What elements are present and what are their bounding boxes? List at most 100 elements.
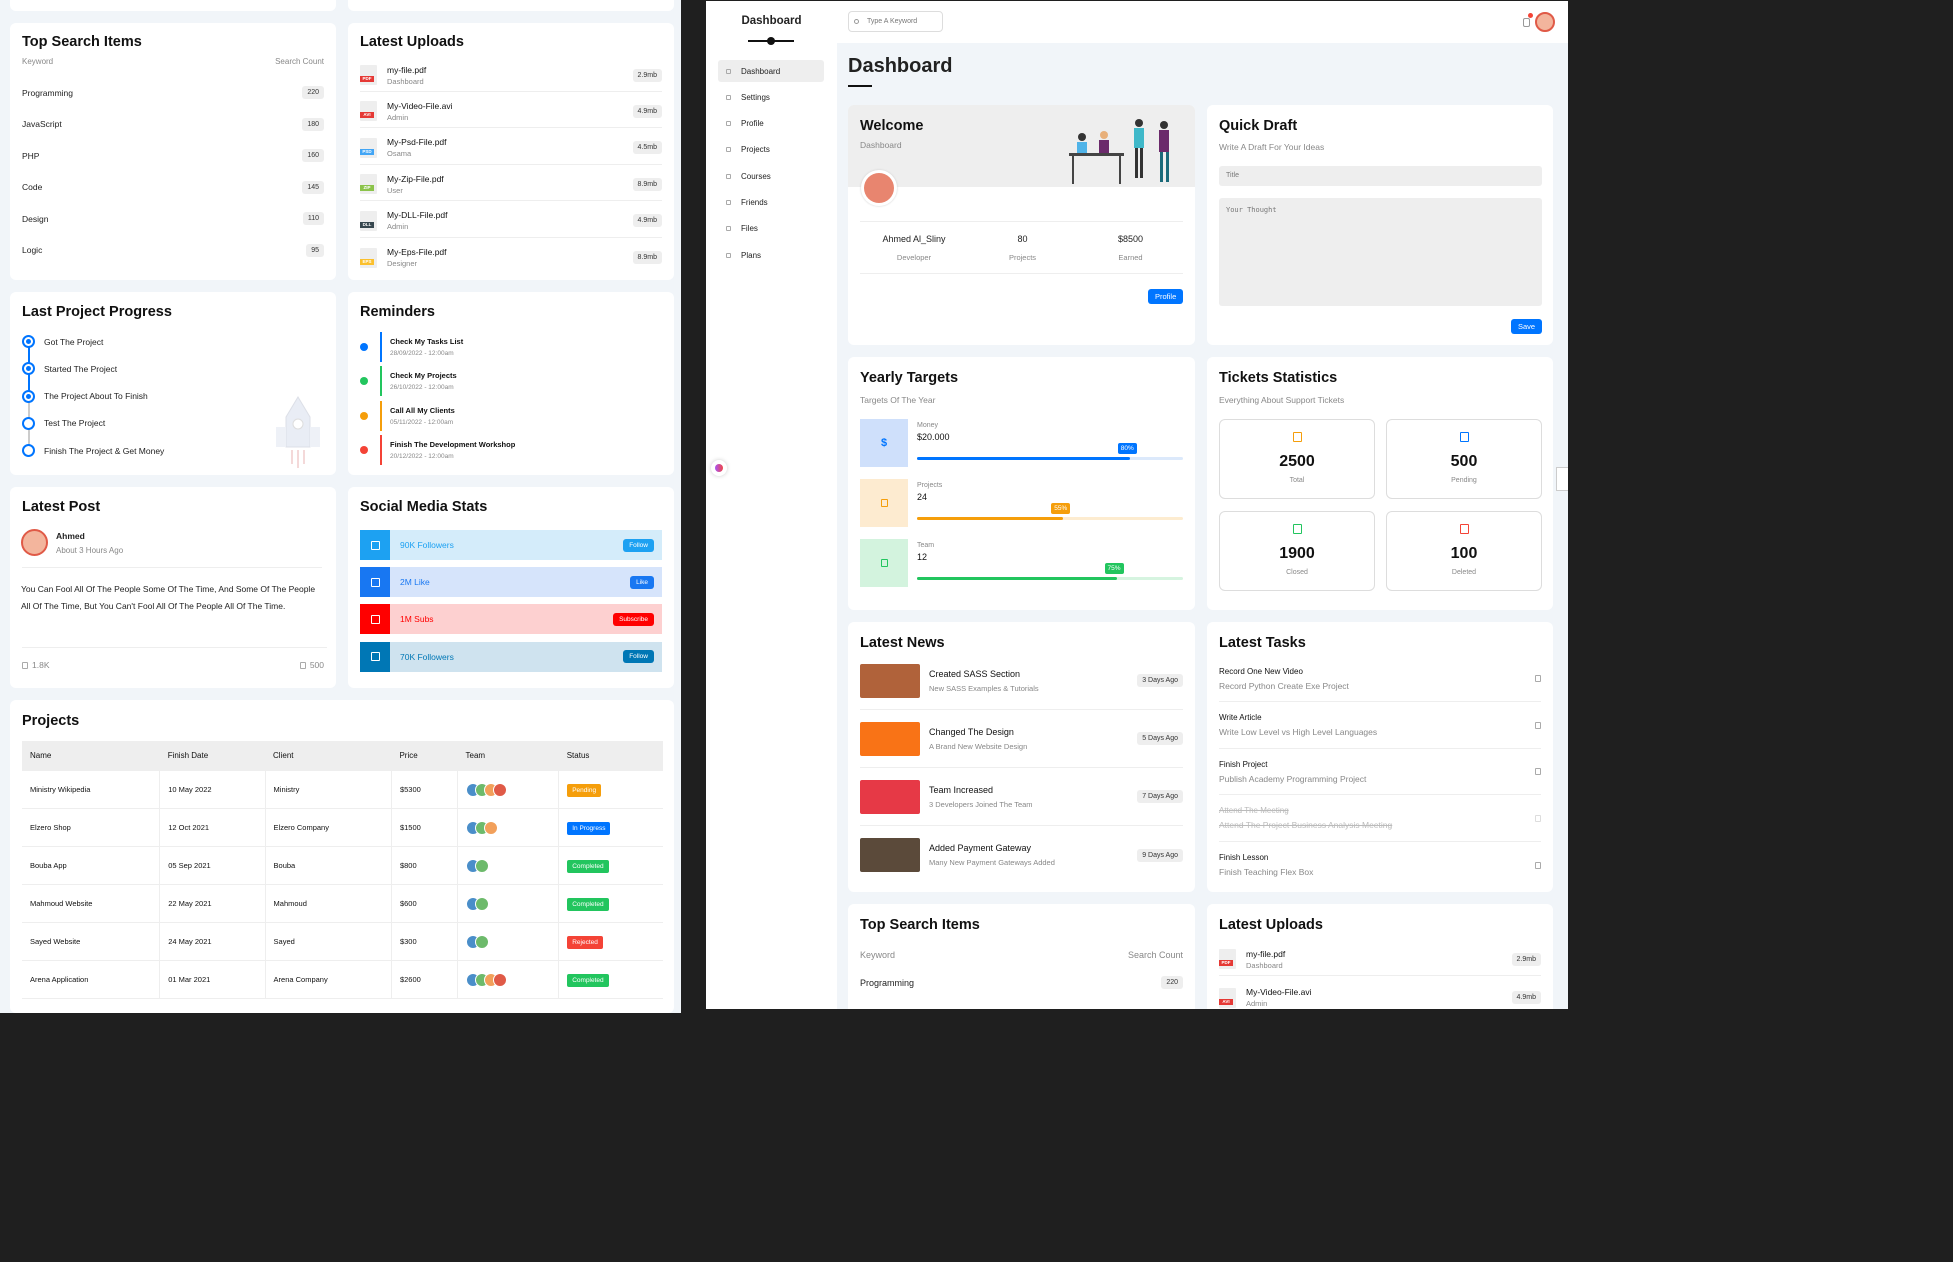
author-name[interactable]: Ahmed	[56, 531, 85, 541]
progress-step: Finish The Project & Get Money	[22, 444, 164, 458]
task-item: Attend The Meeting Attend The Project Bus…	[1219, 796, 1541, 842]
side-panel-toggle[interactable]	[1556, 467, 1568, 491]
likes-count[interactable]: 1.8K	[22, 660, 50, 670]
heart-icon	[22, 661, 28, 669]
table-row[interactable]: Sayed Website 24 May 2021 Sayed $300 Rejecte…	[22, 922, 663, 961]
cell-status: Rejected	[558, 922, 663, 961]
latest-news-card: Latest News Created SASS Section New SASS…	[848, 622, 1195, 892]
avatar[interactable]	[475, 858, 490, 873]
reminder-item[interactable]: Call All My Clients 05/11/2022 - 12:00am	[360, 400, 662, 431]
news-item[interactable]: Added Payment Gateway Many New Payment Ga…	[860, 826, 1183, 884]
file-size-badge: 8.9mb	[632, 177, 662, 191]
plans-icon	[726, 252, 731, 258]
social-twitter-button[interactable]: Follow	[623, 538, 654, 552]
ticket-total: 2500 Total	[1219, 419, 1375, 499]
icon-glyph	[370, 614, 380, 624]
count-badge: 180	[302, 117, 324, 131]
upload-item[interactable]: ZIP My-Zip-File.pdf User 8.9mb	[360, 168, 662, 202]
save-button[interactable]: Save	[1511, 319, 1543, 334]
table-row[interactable]: Bouba App 05 Sep 2021 Bouba $800 Completed	[22, 846, 663, 885]
sidebar-item-settings[interactable]: Settings	[718, 86, 824, 108]
target-projects: Projects 24 55%	[860, 479, 1183, 527]
ticket-deleted-icon	[1459, 524, 1469, 534]
upload-info: My-Eps-File.pdf Designer	[387, 247, 633, 268]
social-facebook-button[interactable]: Like	[630, 575, 654, 589]
avatar[interactable]	[484, 820, 499, 835]
keyword-header: Keyword	[860, 950, 896, 960]
youtube-icon	[360, 604, 390, 635]
reminder-item[interactable]: Finish The Development Workshop 20/12/202…	[360, 434, 662, 465]
top-partial-card-2	[348, 0, 674, 11]
social-linkedin-button[interactable]: Follow	[623, 650, 654, 664]
list-item: Programming 220	[22, 86, 324, 99]
user-avatar[interactable]	[1535, 12, 1555, 32]
avatar[interactable]	[475, 896, 490, 911]
avatar[interactable]	[493, 782, 508, 797]
delete-icon[interactable]	[1535, 721, 1541, 729]
floating-logo-button[interactable]	[711, 460, 727, 476]
reminder-item[interactable]: Check My Projects 26/10/2022 - 12:00am	[360, 366, 662, 397]
news-item[interactable]: Team Increased 3 Developers Joined The Te…	[860, 768, 1183, 826]
table-row[interactable]: Arena Application 01 Mar 2021 Arena Compan…	[22, 960, 663, 999]
sidebar-item-profile[interactable]: Profile	[718, 113, 824, 135]
table-header: Keyword Search Count	[22, 57, 324, 66]
status-badge: Rejected	[567, 936, 603, 949]
ticket-total-icon	[1292, 432, 1302, 442]
icon-glyph	[370, 577, 380, 587]
profile-button[interactable]: Profile	[1148, 289, 1184, 304]
target-label: Projects	[917, 482, 943, 489]
ticket-pending-icon	[1459, 432, 1469, 442]
sidebar-title: Dashboard	[741, 15, 802, 27]
upload-item[interactable]: AVI My-Video-File.avi Admin 4.9mb	[360, 95, 662, 129]
reminder-body: Finish The Development Workshop 20/12/202…	[380, 434, 515, 465]
delete-icon[interactable]	[1535, 861, 1541, 869]
social-youtube-button[interactable]: Subscribe	[613, 612, 654, 626]
table-row[interactable]: Mahmoud Website 22 May 2021 Mahmoud $600 Com…	[22, 884, 663, 923]
table-row[interactable]: Elzero Shop 12 Oct 2021 Elzero Company $150…	[22, 808, 663, 847]
news-item[interactable]: Created SASS Section New SASS Examples & …	[860, 652, 1183, 710]
profile-avatar[interactable]	[861, 170, 897, 206]
sidebar-item-dashboard[interactable]: Dashboard	[718, 60, 824, 82]
sidebar-item-friends[interactable]: Friends	[718, 192, 824, 214]
comments-count[interactable]: 500	[299, 660, 324, 670]
avatar[interactable]	[493, 972, 508, 987]
progress-fill	[917, 517, 1064, 520]
sidebar-item-plans[interactable]: Plans	[718, 244, 824, 266]
delete-icon[interactable]	[1535, 768, 1541, 775]
welcome-title: Welcome	[860, 118, 924, 134]
upload-item[interactable]: PDF my-file.pdf Dashboard 2.9mb	[360, 59, 662, 92]
draft-thought-textarea[interactable]: Your Thought	[1219, 198, 1542, 306]
task-body: Record One New Video Record Python Create…	[1219, 667, 1349, 691]
bell-icon[interactable]	[1523, 18, 1530, 27]
sidebar-item-files[interactable]: Files	[718, 218, 824, 240]
sidebar-item-courses[interactable]: Courses	[718, 165, 824, 187]
team-avatars	[466, 782, 550, 797]
author-avatar[interactable]	[21, 529, 48, 556]
sidebar-item-projects[interactable]: Projects	[718, 139, 824, 161]
column-header: Finish Date	[159, 741, 266, 771]
search-input[interactable]: Type A Keyword	[848, 11, 943, 32]
keyword: JavaScript	[22, 119, 62, 129]
delete-icon[interactable]	[1535, 814, 1541, 822]
upload-item[interactable]: PDF my-file.pdf Dashboard 2.9mb	[1219, 943, 1541, 976]
news-subtitle: A Brand New Website Design	[929, 741, 1028, 751]
file-name: my-file.pdf	[387, 64, 427, 75]
upload-item[interactable]: PSD My-Psd-File.pdf Osama 4.5mb	[360, 132, 662, 165]
avatar[interactable]	[475, 934, 490, 949]
top-partial-card-1	[10, 0, 336, 11]
upload-item[interactable]: DLL My-DLL-File.pdf Admin 4.9mb	[360, 205, 662, 238]
social-stat-text: 2M Like	[400, 577, 430, 588]
table-row[interactable]: Ministry Wikipedia 10 May 2022 Ministry $53…	[22, 770, 663, 809]
upload-item[interactable]: AVI My-Video-File.avi Admin 4.9mb	[1219, 981, 1541, 1009]
table-header: Keyword Search Count	[860, 950, 1183, 960]
cell-status: Completed	[558, 846, 663, 885]
reminder-item[interactable]: Check My Tasks List 28/09/2022 - 12:00am	[360, 332, 662, 362]
news-item[interactable]: Changed The Design A Brand New Website De…	[860, 710, 1183, 768]
task-subtitle: Write Low Level vs High Level Languages	[1219, 727, 1378, 737]
split-divider[interactable]	[681, 0, 706, 1013]
delete-icon[interactable]	[1535, 675, 1541, 682]
count-badge: 145	[302, 180, 324, 194]
upload-item[interactable]: EPS My-Eps-File.pdf Designer 8.9mb	[360, 241, 662, 274]
draft-title-input[interactable]: Title	[1219, 166, 1542, 186]
target-money: $ Money $20.000 80%	[860, 419, 1183, 467]
